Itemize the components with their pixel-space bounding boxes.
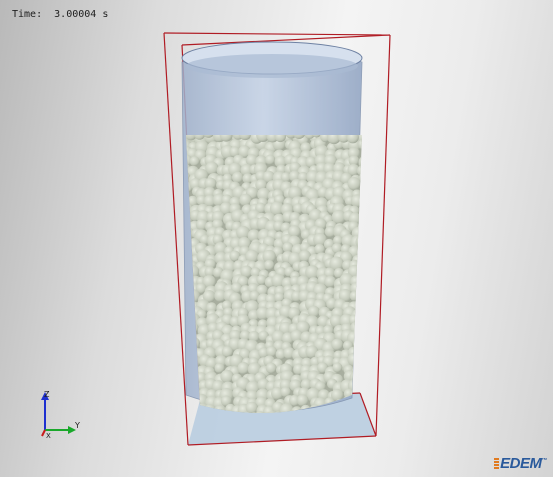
- particle: [189, 156, 200, 167]
- particle-bed: [179, 135, 362, 426]
- particle: [361, 149, 362, 161]
- x-axis: [41, 429, 46, 437]
- particle: [356, 370, 362, 383]
- y-axis-label: Y: [74, 421, 80, 430]
- particle: [358, 268, 362, 282]
- particle: [332, 362, 343, 373]
- particle: [356, 284, 362, 297]
- particle: [296, 394, 309, 407]
- particle: [356, 165, 362, 176]
- particle: [179, 415, 190, 426]
- particle: [357, 241, 362, 256]
- particle: [347, 352, 362, 367]
- particle: [352, 337, 362, 350]
- particle: [265, 154, 276, 165]
- particle: [359, 227, 362, 242]
- particle: [361, 181, 362, 192]
- particle: [351, 366, 362, 378]
- particle: [358, 363, 362, 377]
- particle: [359, 211, 362, 222]
- logo-mark: ™: [541, 458, 548, 464]
- particle: [356, 382, 362, 394]
- particle: [360, 322, 362, 336]
- particle: [360, 294, 362, 307]
- particle: [237, 362, 250, 375]
- particle: [358, 221, 362, 233]
- particle: [359, 172, 362, 184]
- cylinder-inner-rim: [186, 54, 358, 78]
- axis-triad: Z Y X: [41, 390, 80, 440]
- particle: [186, 396, 195, 409]
- x-axis-label: X: [46, 432, 51, 440]
- particle: [331, 338, 344, 351]
- z-axis-label: Z: [44, 390, 50, 399]
- particle: [357, 348, 362, 363]
- particle: [357, 139, 362, 150]
- particle: [360, 191, 362, 202]
- particle: [350, 194, 362, 208]
- particle: [221, 346, 233, 358]
- particle: [359, 339, 362, 352]
- edem-logo: EDEM™: [494, 455, 547, 472]
- particle: [358, 313, 362, 328]
- simulation-viewport[interactable]: Time: 3.00004 s Z Y X EDEM™: [0, 0, 553, 477]
- particle: [220, 369, 234, 384]
- particle: [349, 290, 360, 302]
- particle: [359, 274, 362, 286]
- particle: [264, 259, 275, 271]
- particle: [361, 194, 362, 206]
- particle: [359, 331, 362, 344]
- logo-text: EDEM: [500, 455, 542, 472]
- particle: [347, 177, 361, 191]
- particle: [359, 203, 362, 218]
- logo-bars-icon: [494, 458, 500, 469]
- particle: [186, 406, 194, 413]
- particle: [356, 300, 362, 315]
- particle: [232, 171, 244, 184]
- particle: [358, 260, 362, 273]
- particle: [357, 307, 362, 322]
- particle: [266, 346, 277, 357]
- particle: [359, 250, 362, 264]
- particle: [359, 353, 362, 368]
- particle: [265, 362, 277, 374]
